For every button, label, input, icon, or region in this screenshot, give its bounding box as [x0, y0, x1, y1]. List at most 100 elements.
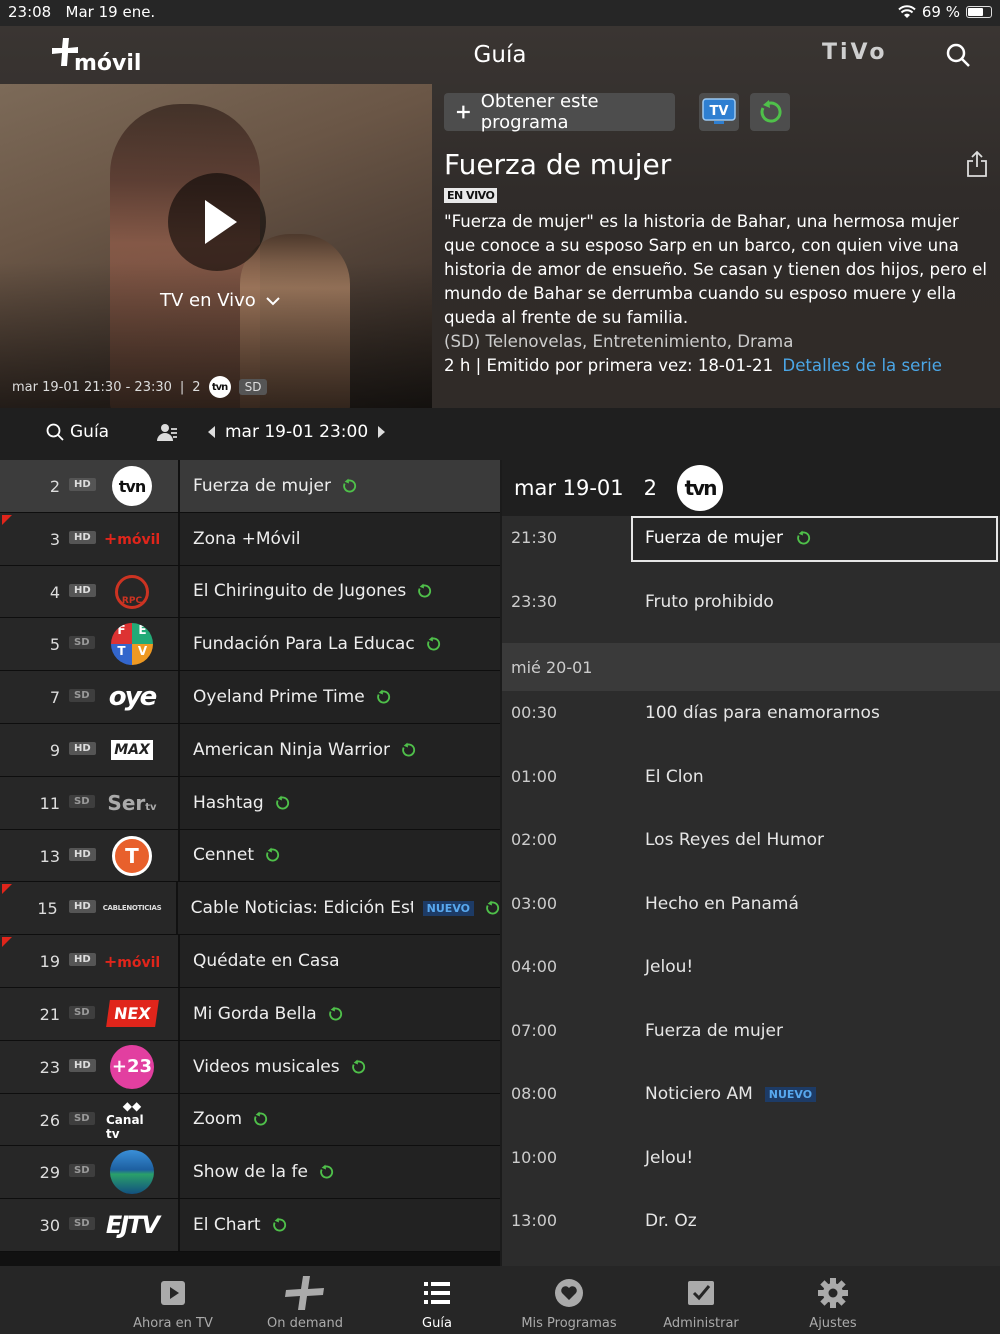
tab-ahora-en-tv[interactable]: Ahora en TV: [118, 1276, 228, 1331]
channel-current-program[interactable]: Zona +Móvil: [180, 512, 500, 565]
quality-badge: HD: [69, 900, 96, 914]
get-program-label: Obtener este programa: [480, 91, 599, 133]
channel-info[interactable]: 15 HD CABLENOTICIAS: [0, 882, 176, 935]
channel-row[interactable]: 13 HD T Cennet: [0, 829, 500, 883]
channel-info[interactable]: 13 HD T: [0, 829, 178, 882]
channel-info[interactable]: 26 SD ◆◆ Canal tv: [0, 1093, 178, 1146]
slot-program-name: Los Reyes del Humor: [645, 830, 825, 850]
channel-row[interactable]: 3 HD +móvil Zona +Móvil: [0, 512, 500, 566]
prev-date-icon[interactable]: [208, 426, 215, 438]
schedule-slot[interactable]: 00:30 100 días para enamorarnos: [502, 691, 1000, 755]
channel-info[interactable]: 21 SD NEX: [0, 987, 178, 1040]
channel-current-program[interactable]: El Chiringuito de Jugones: [180, 565, 500, 618]
restart-button[interactable]: [750, 93, 790, 131]
channel-current-program[interactable]: Videos musicales: [180, 1040, 500, 1093]
next-date-icon[interactable]: [378, 426, 386, 438]
play-button[interactable]: [168, 173, 266, 271]
schedule-slot[interactable]: 07:00 Fuerza de mujer: [502, 1009, 1000, 1073]
channel-logo: EJTV: [105, 1211, 160, 1240]
slot-time: 07:00: [511, 1020, 558, 1040]
tab-label: On demand: [267, 1316, 343, 1331]
channel-current-program[interactable]: Hashtag: [180, 776, 500, 829]
channel-current-program[interactable]: Cennet: [180, 829, 500, 882]
tv-icon: TV: [702, 98, 736, 124]
channel-info[interactable]: 9 HD MAX: [0, 723, 178, 776]
channel-list[interactable]: 2 HD tvn Fuerza de mujer 3 HD +móvil Zona +Móvi…: [0, 460, 500, 1266]
program-name: Zona +Móvil: [193, 528, 301, 549]
tab-ajustes[interactable]: Ajustes: [778, 1276, 888, 1331]
channel-current-program[interactable]: Oyeland Prime Time: [180, 671, 500, 723]
slot-program: El Clon: [645, 767, 704, 787]
channel-info[interactable]: 4 HD RPC: [0, 565, 178, 618]
airtime-text: mar 19-01 21:30 - 23:30: [12, 379, 172, 395]
channel-info[interactable]: 5 SD F E T V: [0, 618, 178, 671]
channel-number: 19: [39, 952, 60, 972]
channel-info[interactable]: 3 HD +móvil: [0, 512, 178, 565]
channel-row[interactable]: 4 HD RPC El Chiringuito de Jugones: [0, 565, 500, 619]
channel-row[interactable]: 15 HD CABLENOTICIAS Cable Noticias: Edición…: [0, 882, 500, 936]
channel-current-program[interactable]: Mi Gorda Bella: [180, 987, 500, 1040]
channel-info[interactable]: 23 HD +23: [0, 1040, 178, 1093]
channel-row[interactable]: 19 HD +móvil Quédate en Casa: [0, 935, 500, 988]
channel-row[interactable]: 2 HD tvn Fuerza de mujer: [0, 460, 500, 513]
channel-info[interactable]: 30 SD EJTV: [0, 1199, 178, 1251]
channel-current-program[interactable]: Zoom: [180, 1093, 500, 1146]
share-icon[interactable]: [966, 150, 988, 178]
channel-current-program[interactable]: Fundación Para La Educación: [180, 618, 500, 671]
date-selector[interactable]: mar 19-01 23:00: [208, 422, 386, 442]
people-filter-icon[interactable]: [156, 422, 178, 444]
tab-mis-programas[interactable]: Mis Programas: [514, 1276, 624, 1331]
channel-info[interactable]: 29 SD: [0, 1146, 178, 1199]
restart-icon: [266, 848, 280, 862]
guide-filter-button[interactable]: Guía: [46, 422, 109, 442]
quality-badge: SD: [69, 1217, 95, 1231]
channel-current-program[interactable]: Fuerza de mujer: [180, 460, 500, 512]
channel-info[interactable]: 11 SD Sertv: [0, 776, 178, 829]
channel-current-program[interactable]: Cable Noticias: Edición Estel NUEVO: [177, 882, 500, 935]
schedule-slot[interactable]: 10:00 Jelou!: [502, 1136, 1000, 1200]
slot-program-name: Fuerza de mujer: [645, 528, 783, 548]
channel-info[interactable]: 7 SD oye: [0, 671, 178, 723]
schedule-slot[interactable]: 08:00 Noticiero AM NUEVO: [502, 1072, 1000, 1136]
channel-info[interactable]: 2 HD tvn: [0, 460, 178, 512]
slot-time: 10:00: [511, 1147, 558, 1167]
gear-icon: [778, 1276, 888, 1310]
channel-row[interactable]: 11 SD Sertv Hashtag: [0, 776, 500, 830]
checkbox-icon: [646, 1276, 756, 1310]
channel-row[interactable]: 26 SD ◆◆ Canal tv Zoom: [0, 1093, 500, 1147]
get-program-button[interactable]: Obtener este programa: [444, 91, 675, 133]
series-details-link[interactable]: Detalles de la serie: [782, 356, 942, 375]
channel-row[interactable]: 29 SD Show de la fe: [0, 1146, 500, 1200]
channel-current-program[interactable]: Quédate en Casa: [180, 935, 500, 987]
schedule-slot[interactable]: 21:30 Fuerza de mujer: [502, 516, 1000, 580]
channel-row[interactable]: 9 HD MAX American Ninja Warrior: [0, 723, 500, 777]
search-icon[interactable]: [944, 41, 972, 69]
channel-current-program[interactable]: American Ninja Warrior: [180, 723, 500, 776]
channel-number: 29: [39, 1163, 60, 1183]
new-badge: NUEVO: [764, 1086, 817, 1102]
schedule-slot[interactable]: 03:00 Hecho en Panamá: [502, 882, 1000, 946]
schedule-slot[interactable]: 01:00 El Clon: [502, 755, 1000, 819]
quality-badge: SD: [69, 636, 95, 650]
channel-row[interactable]: 30 SD EJTV El Chart: [0, 1199, 500, 1252]
tab-administrar[interactable]: Administrar: [646, 1276, 756, 1331]
schedule-slot[interactable]: 23:30 Fruto prohibido: [502, 580, 1000, 644]
tab-on-demand[interactable]: On demand: [250, 1276, 360, 1331]
slot-program-name: Fruto prohibido: [645, 591, 774, 612]
schedule-slot[interactable]: 02:00 Los Reyes del Humor: [502, 818, 1000, 882]
tv-button[interactable]: TV: [699, 93, 739, 131]
recording-corner-marker: [2, 937, 12, 948]
channel-current-program[interactable]: Show de la fe: [180, 1146, 500, 1199]
channel-info[interactable]: 19 HD +móvil: [0, 935, 178, 987]
schedule-slot[interactable]: 13:00 Dr. Oz: [502, 1199, 1000, 1263]
channel-row[interactable]: 21 SD NEX Mi Gorda Bella: [0, 987, 500, 1041]
tv-en-vivo-dropdown[interactable]: TV en Vivo: [160, 290, 280, 311]
schedule-slot[interactable]: 04:00 Jelou!: [502, 945, 1000, 1009]
channel-current-program[interactable]: El Chart: [180, 1199, 500, 1251]
channel-row[interactable]: 23 HD +23 Videos musicales: [0, 1040, 500, 1094]
program-description: "Fuerza de mujer" es la historia de Baha…: [444, 212, 987, 327]
tab-guía[interactable]: Guía: [382, 1276, 492, 1331]
channel-row[interactable]: 7 SD oye Oyeland Prime Time: [0, 671, 500, 724]
channel-row[interactable]: 5 SD FETV Fundación Para La Educación: [0, 618, 500, 672]
restart-icon: [320, 1164, 334, 1179]
